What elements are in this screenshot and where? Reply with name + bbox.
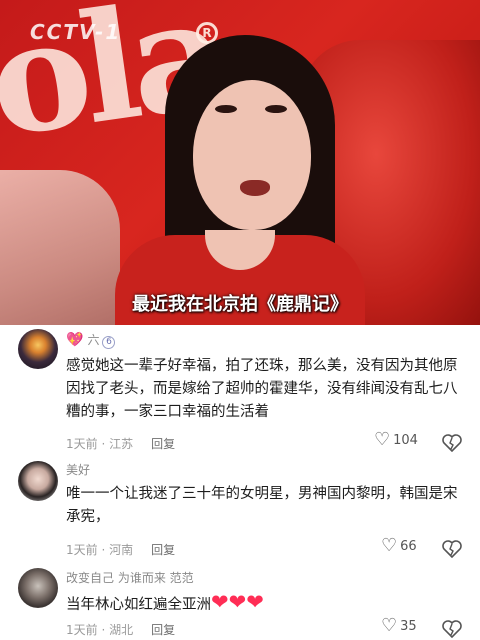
level-badge-icon: 6 [102, 336, 116, 349]
comment-item: 💖 六 6 感觉她这一辈子好幸福，拍了还珠，那么美，没有因为其他原因找了老头，而是嫁… [0, 325, 480, 455]
comment-item: 改变自己 为谁而来 范范 当年林心如红遍全亚洲❤❤❤ 1天前 · 湖北 回复 ♡ 3… [0, 565, 480, 640]
broken-heart-icon[interactable] [442, 620, 462, 638]
heart-outline-icon: ♡ [374, 429, 391, 450]
like-button[interactable]: ♡ 104 [374, 429, 418, 450]
comment-item: 美好 唯一一个让我迷了三十年的女明星，男神国内黎明，韩国是宋承宪， 1天前 · … [0, 455, 480, 565]
video-subtitle: 最近我在北京拍《鹿鼎记》 [132, 294, 348, 315]
reply-button[interactable]: 回复 [151, 543, 175, 557]
actress-figure [105, 35, 365, 325]
heart-outline-icon: ♡ [381, 615, 398, 636]
comment-meta: 1天前 · 湖北 回复 [66, 623, 176, 637]
heart-emoji-icon: ❤❤❤ [211, 590, 264, 614]
sparkle-heart-icon: 💖 [66, 332, 84, 348]
comment-username[interactable]: 美好 [66, 461, 90, 478]
comment-text: 当年林心如红遍全亚洲❤❤❤ [66, 590, 264, 614]
comment-text: 唯一一个让我迷了三十年的女明星，男神国内黎明，韩国是宋承宪， [66, 486, 458, 525]
broken-heart-icon[interactable] [442, 434, 462, 452]
comment-username[interactable]: 改变自己 为谁而来 范范 [66, 569, 194, 586]
avatar[interactable] [18, 329, 58, 369]
like-button[interactable]: ♡ 66 [381, 535, 417, 556]
broken-heart-icon[interactable] [442, 540, 462, 558]
heart-outline-icon: ♡ [381, 535, 398, 556]
avatar[interactable] [18, 568, 58, 608]
channel-watermark: CCTV-1 [30, 20, 122, 44]
comment-meta: 1天前 · 江苏 回复 [66, 437, 176, 451]
reply-button[interactable]: 回复 [151, 437, 175, 451]
video-frame[interactable]: ola R CCTV-1 最近我在北京拍《鹿鼎记》 [0, 0, 480, 325]
like-button[interactable]: ♡ 35 [381, 615, 417, 636]
comment-username[interactable]: 💖 六 6 [66, 331, 116, 349]
avatar[interactable] [18, 461, 58, 501]
comment-meta: 1天前 · 河南 回复 [66, 543, 176, 557]
comment-text: 感觉她这一辈子好幸福，拍了还珠，那么美，没有因为其他原因找了老头，而是嫁给了超帅… [66, 358, 458, 420]
reply-button[interactable]: 回复 [151, 623, 175, 637]
